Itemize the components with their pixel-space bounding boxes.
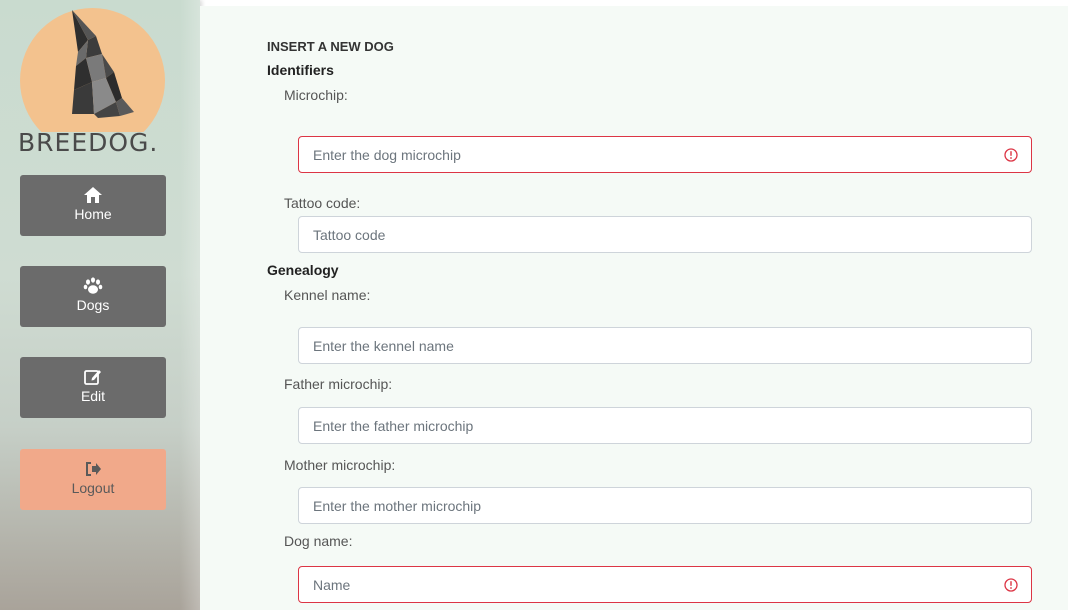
tattoo-label: Tattoo code:: [284, 195, 361, 211]
father-label: Father microchip:: [284, 376, 393, 392]
kennel-input[interactable]: [299, 328, 1031, 363]
nav-dogs-label: Dogs: [76, 297, 110, 313]
mother-microchip-input[interactable]: [299, 488, 1031, 523]
main-content: INSERT A NEW DOG Identifiers Microchip: …: [200, 6, 1068, 610]
nav-edit-label: Edit: [80, 388, 106, 404]
microchip-label: Microchip:: [284, 87, 348, 103]
mother-label: Mother microchip:: [284, 457, 396, 473]
nav-logout-label: Logout: [71, 480, 115, 496]
nav-dogs-button[interactable]: Dogs: [20, 266, 166, 327]
microchip-input[interactable]: [299, 137, 1031, 172]
nav-edit-button[interactable]: Edit: [20, 357, 166, 418]
logo: [20, 0, 165, 132]
edit-icon: [84, 370, 101, 385]
tattoo-field-wrap: [298, 216, 1032, 253]
sidebar: BREEDOG. Home Dogs Edit Logout: [0, 0, 200, 610]
home-icon: [84, 187, 102, 203]
nav-home-button[interactable]: Home: [20, 175, 166, 236]
sign-out-icon: [86, 462, 101, 476]
dogname-field-wrap: [298, 566, 1032, 603]
tattoo-input[interactable]: [299, 217, 1031, 252]
kennel-label: Kennel name:: [284, 287, 371, 303]
nav-logout-button[interactable]: Logout: [20, 449, 166, 510]
section-genealogy: Genealogy: [267, 262, 339, 278]
father-field-wrap: [298, 407, 1032, 444]
form-title: INSERT A NEW DOG: [267, 39, 394, 54]
exclamation-circle-icon: [1004, 578, 1018, 592]
sidebar-edge: [180, 0, 200, 610]
section-identifiers: Identifiers: [267, 62, 334, 78]
dogname-label: Dog name:: [284, 533, 353, 549]
mother-field-wrap: [298, 487, 1032, 524]
nav-home-label: Home: [74, 206, 112, 222]
wolf-logo-icon: [72, 10, 134, 118]
brand-name: BREEDOG.: [18, 128, 159, 157]
kennel-field-wrap: [298, 327, 1032, 364]
dog-name-input[interactable]: [299, 567, 1031, 602]
father-microchip-input[interactable]: [299, 408, 1031, 443]
microchip-field-wrap: [298, 136, 1032, 173]
exclamation-circle-icon: [1004, 148, 1018, 162]
paw-icon: [83, 277, 103, 294]
